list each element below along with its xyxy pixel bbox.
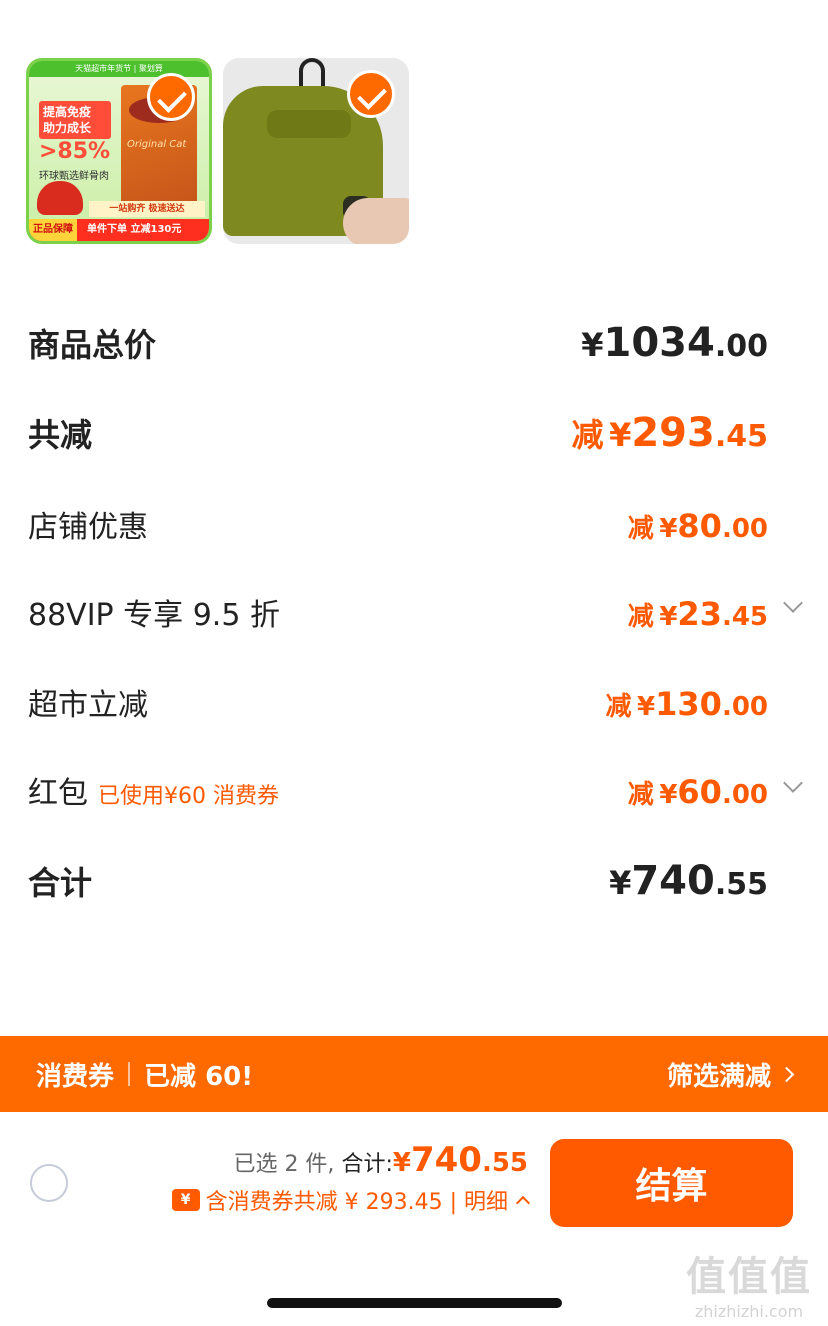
amount-int: 80	[677, 507, 722, 545]
vip-discount-label: 88VIP 专享 9.5 折	[28, 598, 280, 633]
ad-banner: 天猫超市年货节 | 聚划算	[29, 61, 209, 77]
product-thumbnails: 天猫超市年货节 | 聚划算 提高免疫 助力成长 >85% 环球甄选鲜骨肉 Ori…	[26, 58, 409, 244]
divider	[128, 1062, 131, 1086]
product-thumb-cat-food[interactable]: 天猫超市年货节 | 聚划算 提高免疫 助力成长 >85% 环球甄选鲜骨肉 Ori…	[26, 58, 212, 244]
total-goods-label: 商品总价	[28, 326, 157, 364]
coupon-bar: 消费券 已减 60! 筛选满减	[0, 1036, 828, 1112]
row-vip-discount[interactable]: 88VIP 专享 9.5 折 减 ¥23.45	[28, 590, 768, 634]
ad-mid-strip: 一站购齐 极速送达	[89, 201, 205, 217]
supermarket-discount-label: 超市立减	[28, 688, 148, 723]
coupon-icon: ¥	[171, 1189, 200, 1211]
discount-note: 含消费券共减 ¥ 293.45 | 明细	[205, 1190, 508, 1215]
amount-dec: .45	[721, 602, 768, 632]
total-discount-label: 共减	[28, 416, 93, 454]
chevron-right-icon	[778, 1066, 795, 1082]
discount-detail-link[interactable]: ¥ 含消费券共减 ¥ 293.45 | 明细	[100, 1184, 531, 1216]
row-store-discount: 店铺优惠 减 ¥80.00	[28, 502, 768, 546]
row-red-packet[interactable]: 红包 已使用¥60 消费券 减 ¥60.00	[28, 768, 768, 812]
selected-check-icon[interactable]	[347, 70, 395, 118]
red-packet-title: 红包	[28, 776, 88, 811]
discount-prefix: 减	[627, 602, 654, 632]
amount-dec: .00	[721, 780, 768, 810]
red-packet-amount: 减 ¥60.00	[628, 773, 768, 811]
coupon-status-text: 已减 60!	[144, 1061, 254, 1092]
yen-sign: ¥	[659, 514, 678, 544]
collar-shape	[267, 110, 351, 138]
discount-prefix: 减	[571, 416, 604, 454]
hanger-image	[299, 58, 325, 88]
total-int: 740	[410, 1140, 482, 1180]
coupon-title: 消费券	[36, 1061, 115, 1092]
ad-badge: 提高免疫 助力成长	[39, 101, 111, 139]
chevron-down-icon[interactable]	[783, 593, 803, 613]
ad-subtitle: 环球甄选鲜骨肉	[39, 171, 109, 182]
bag-text: Original Cat	[127, 139, 187, 150]
amount-int: 23	[677, 595, 722, 633]
checkout-button[interactable]: 结算	[550, 1139, 793, 1227]
yen-sign: ¥	[392, 1148, 411, 1178]
ad-percent: >85%	[39, 139, 111, 164]
amount-int: 740	[631, 858, 715, 904]
amount-int: 60	[677, 773, 722, 811]
ad-strip-right: 单件下单 立减130元	[87, 224, 182, 235]
store-discount-amount: 减 ¥80.00	[628, 507, 768, 545]
total-goods-amount: ¥1034.00	[581, 320, 768, 366]
yen-sign: ¥	[609, 416, 632, 454]
amount-int: 130	[655, 685, 722, 723]
amount-dec: .00	[721, 514, 768, 544]
watermark-logo: 值值值	[686, 1254, 812, 1300]
ad-bottom-strip: 正品保障 单件下单 立减130元	[29, 219, 209, 241]
filter-discount-link[interactable]: 筛选满减	[666, 1056, 795, 1093]
checkout-summary: 已选 2 件, 合计:¥740.55 ¥ 含消费券共减 ¥ 293.45 | 明…	[100, 1140, 531, 1216]
discount-prefix: 减	[605, 692, 632, 722]
amount-dec: .00	[714, 329, 768, 364]
grand-total-label: 合计	[28, 864, 93, 902]
row-grand-total: 合计 ¥740.55	[28, 858, 768, 904]
yen-sign: ¥	[659, 602, 678, 632]
total-discount-amount: 减 ¥293.45	[571, 410, 768, 456]
row-total-goods: 商品总价 ¥1034.00	[28, 320, 768, 366]
red-packet-note: 已使用¥60 消费券	[98, 784, 279, 809]
discount-prefix: 减	[627, 514, 654, 544]
home-indicator[interactable]	[267, 1298, 562, 1308]
watermark-url: zhizhizhi.com	[694, 1302, 804, 1321]
hand-image	[343, 198, 409, 244]
selected-count: 已选 2 件,	[233, 1152, 335, 1177]
supermarket-discount-amount: 减 ¥130.00	[605, 685, 768, 723]
total-label: 合计:	[341, 1152, 393, 1177]
amount-int: 1034	[603, 320, 715, 366]
coupon-status: 消费券 已减 60!	[36, 1056, 253, 1093]
vip-discount-amount: 减 ¥23.45	[628, 595, 768, 633]
yen-sign: ¥	[581, 326, 604, 364]
selected-total-line: 已选 2 件, 合计:¥740.55	[100, 1140, 528, 1180]
chevron-down-icon[interactable]	[783, 773, 803, 793]
filter-discount-label: 筛选满减	[666, 1061, 771, 1092]
row-supermarket-discount: 超市立减 减 ¥130.00	[28, 680, 768, 724]
selected-check-icon[interactable]	[147, 73, 195, 121]
chevron-up-icon	[515, 1195, 531, 1211]
discount-prefix: 减	[627, 780, 654, 810]
amount-dec: .55	[714, 867, 768, 902]
watermark: 值值值 zhizhizhi.com	[676, 1244, 822, 1321]
amount-dec: .45	[714, 419, 768, 454]
total-dec: .55	[481, 1148, 528, 1178]
amount-dec: .00	[721, 692, 768, 722]
yen-sign: ¥	[659, 780, 678, 810]
store-discount-label: 店铺优惠	[28, 510, 148, 545]
product-thumb-sweater[interactable]	[223, 58, 409, 244]
yen-sign: ¥	[637, 692, 656, 722]
ad-strip-left: 正品保障	[29, 219, 77, 241]
red-packet-label: 红包 已使用¥60 消费券	[28, 768, 279, 812]
select-all-checkbox[interactable]	[30, 1164, 68, 1202]
amount-int: 293	[631, 410, 715, 456]
mascot-image	[37, 181, 83, 215]
yen-sign: ¥	[609, 864, 632, 902]
grand-total-amount: ¥740.55	[609, 858, 768, 904]
row-total-discount: 共减 减 ¥293.45	[28, 410, 768, 456]
